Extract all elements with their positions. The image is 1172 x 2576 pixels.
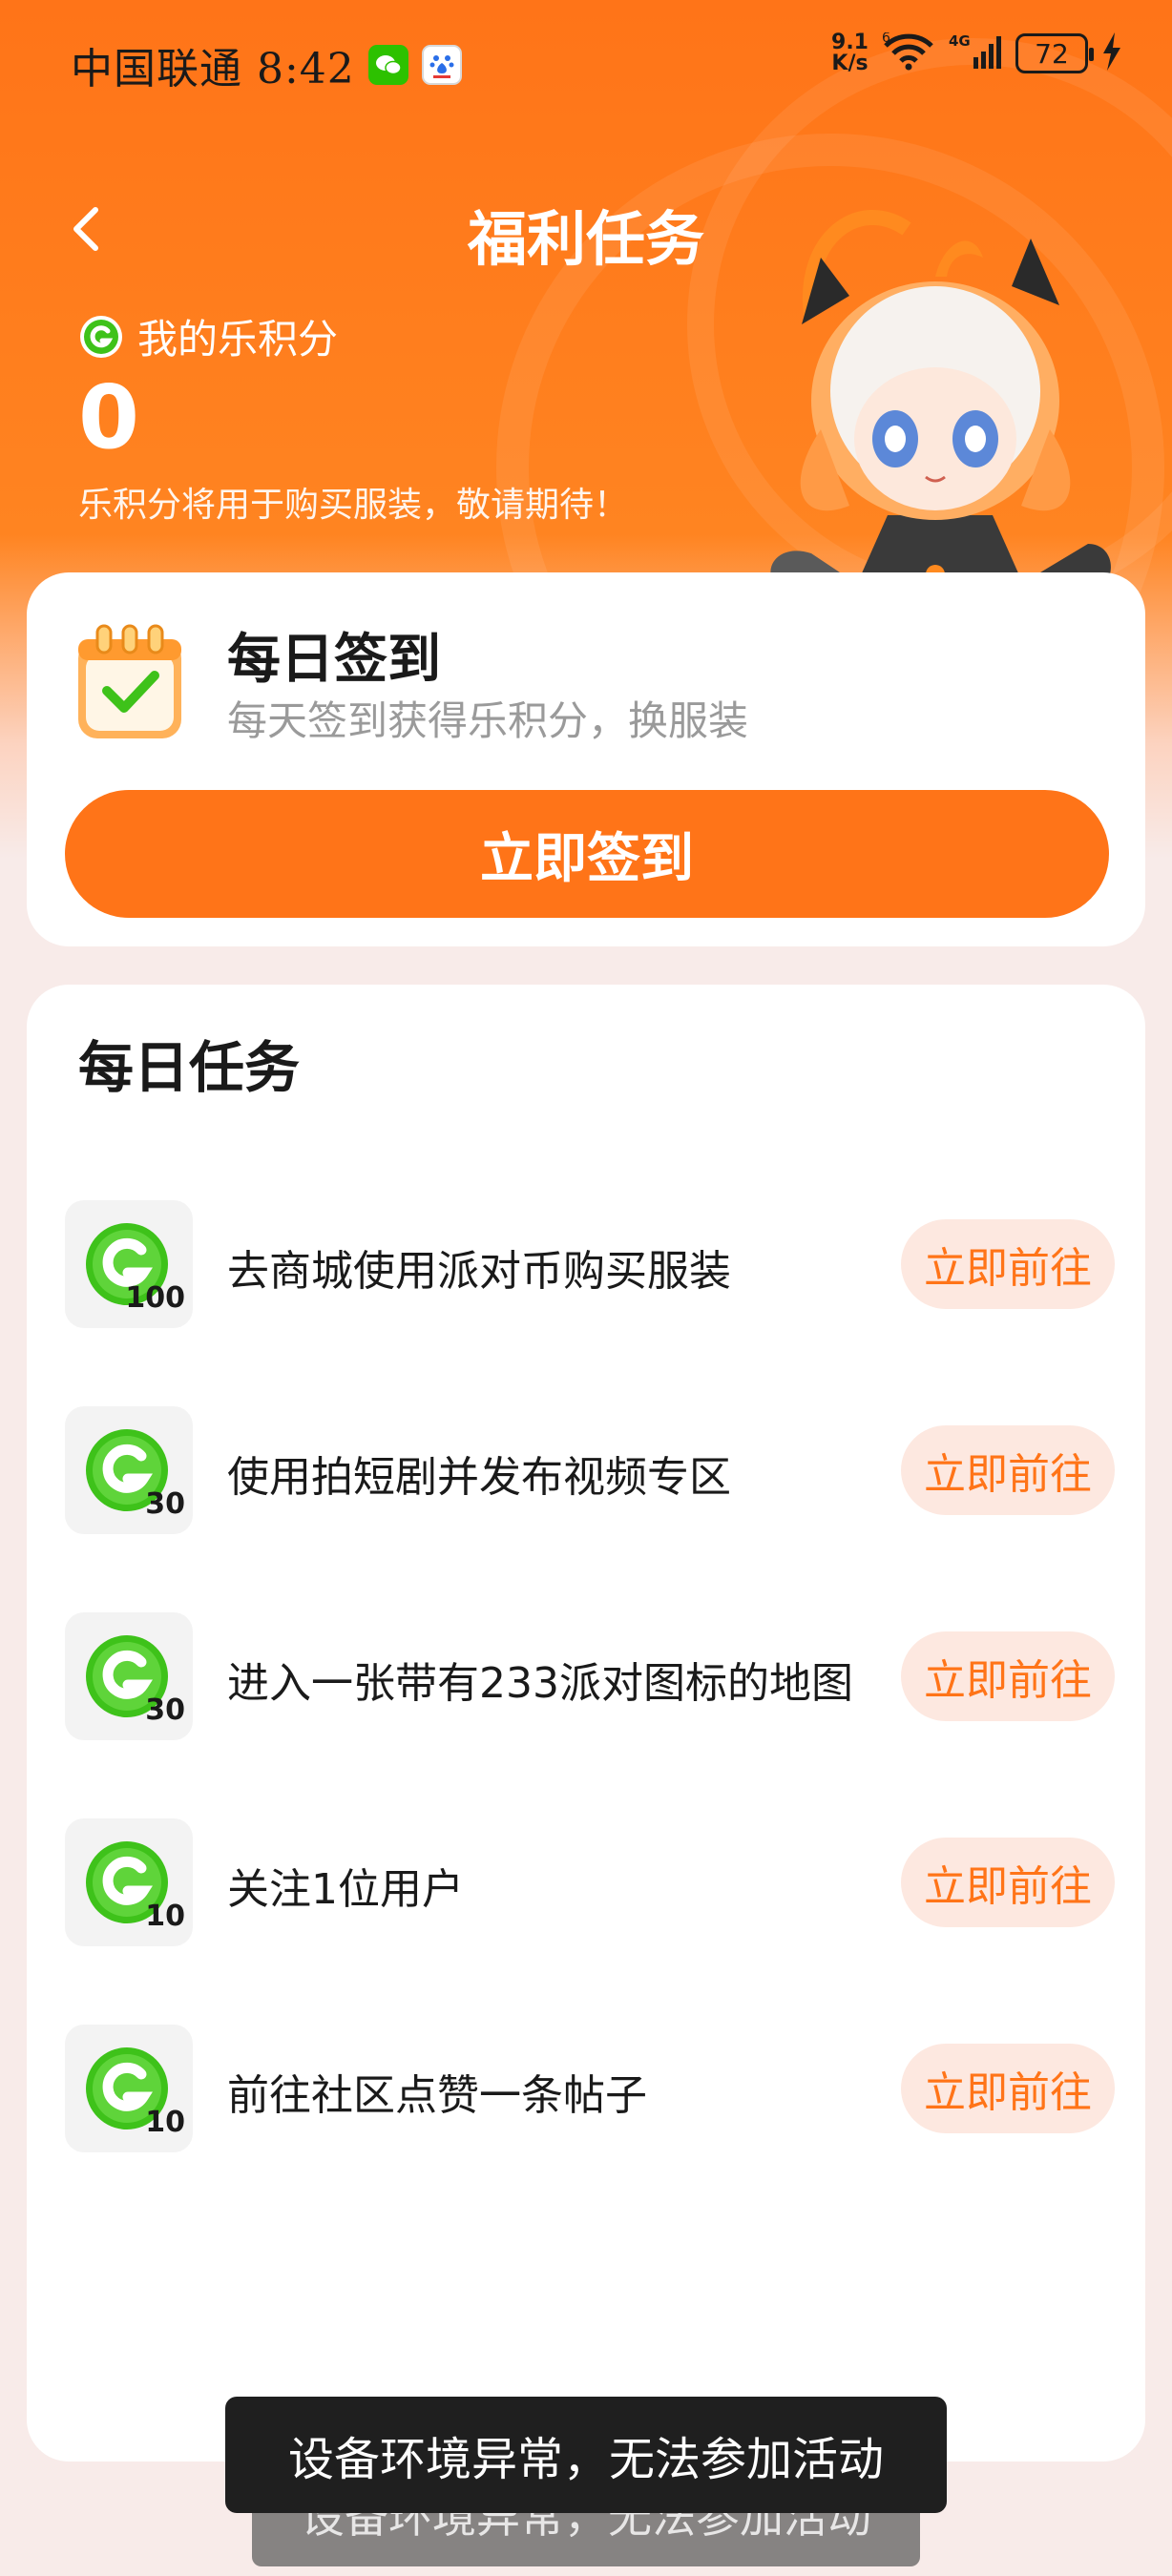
charging-icon bbox=[1101, 32, 1122, 74]
task-row: 30 使用拍短剧并发布视频专区 立即前往 bbox=[65, 1406, 1115, 1534]
reward-coin-icon: 30 bbox=[65, 1406, 193, 1534]
task-text: 关注1位用户 bbox=[227, 1865, 464, 1914]
go-button[interactable]: 立即前往 bbox=[901, 1631, 1115, 1721]
task-row: 30 进入一张带有233派对图标的地图 立即前往 bbox=[65, 1612, 1115, 1740]
points-label-text: 我的乐积分 bbox=[137, 316, 339, 363]
signal-icon: 4G bbox=[949, 32, 1002, 74]
wifi-icon: 6 bbox=[882, 31, 935, 74]
reward-amount: 10 bbox=[145, 2106, 185, 2139]
net-speed-unit: K/s bbox=[831, 52, 869, 75]
battery-level: 72 bbox=[1035, 37, 1069, 70]
mascot-illustration bbox=[770, 210, 1111, 601]
task-text: 去商城使用派对币购买服装 bbox=[227, 1247, 731, 1296]
checkin-button[interactable]: 立即签到 bbox=[65, 790, 1109, 918]
battery-icon: 72 bbox=[1015, 33, 1094, 73]
calendar-check-icon bbox=[78, 624, 181, 738]
status-bar: 中国联通 8:42 9.1 K/s 6 4G 72 bbox=[0, 0, 1172, 114]
task-row: 10 关注1位用户 立即前往 bbox=[65, 1818, 1115, 1946]
checkin-card: 每日签到 每天签到获得乐积分，换服装 立即签到 bbox=[27, 572, 1145, 946]
svg-text:6: 6 bbox=[882, 32, 890, 46]
go-button[interactable]: 立即前往 bbox=[901, 1838, 1115, 1927]
reward-amount: 30 bbox=[145, 1487, 185, 1521]
go-button[interactable]: 立即前往 bbox=[901, 1425, 1115, 1515]
reward-coin-icon: 10 bbox=[65, 1818, 193, 1946]
reward-coin-icon: 100 bbox=[65, 1200, 193, 1328]
points-coin-icon bbox=[80, 315, 122, 358]
net-speed-value: 9.1 bbox=[831, 31, 869, 54]
go-button[interactable]: 立即前往 bbox=[901, 1219, 1115, 1309]
reward-amount: 30 bbox=[145, 1693, 185, 1727]
reward-coin-icon: 10 bbox=[65, 2025, 193, 2152]
carrier-time: 中国联通 8:42 bbox=[71, 45, 355, 93]
points-note: 乐积分将用于购买服装，敬请期待！ bbox=[78, 486, 629, 525]
wechat-icon bbox=[367, 45, 408, 85]
net-speed: 9.1 K/s bbox=[831, 32, 869, 74]
task-row: 100 去商城使用派对币购买服装 立即前往 bbox=[65, 1200, 1115, 1328]
points-value: 0 bbox=[78, 366, 140, 468]
baidu-icon bbox=[421, 45, 462, 85]
reward-coin-icon: 30 bbox=[65, 1612, 193, 1740]
welfare-task-page: 中国联通 8:42 9.1 K/s 6 4G 72 福利任务 我的乐积分 0 乐… bbox=[0, 0, 1172, 2576]
checkin-title: 每日签到 bbox=[227, 629, 441, 691]
go-button[interactable]: 立即前往 bbox=[901, 2044, 1115, 2133]
daily-tasks-title: 每日任务 bbox=[78, 1035, 301, 1100]
points-label: 我的乐积分 bbox=[80, 307, 338, 365]
task-text: 前往社区点赞一条帖子 bbox=[227, 2071, 647, 2120]
task-row: 10 前往社区点赞一条帖子 立即前往 bbox=[65, 2025, 1115, 2152]
svg-text:4G: 4G bbox=[949, 32, 971, 50]
task-text: 进入一张带有233派对图标的地图 bbox=[227, 1659, 853, 1708]
reward-amount: 10 bbox=[145, 1900, 185, 1933]
toast-message: 设备环境异常，无法参加活动 bbox=[225, 2397, 947, 2513]
task-text: 使用拍短剧并发布视频专区 bbox=[227, 1453, 731, 1502]
reward-amount: 100 bbox=[125, 1281, 185, 1315]
daily-tasks-card: 每日任务 100 去商城使用派对币购买服装 立即前往 30 使用拍短剧并发布视频… bbox=[27, 985, 1145, 2462]
checkin-subtitle: 每天签到获得乐积分，换服装 bbox=[227, 697, 749, 744]
